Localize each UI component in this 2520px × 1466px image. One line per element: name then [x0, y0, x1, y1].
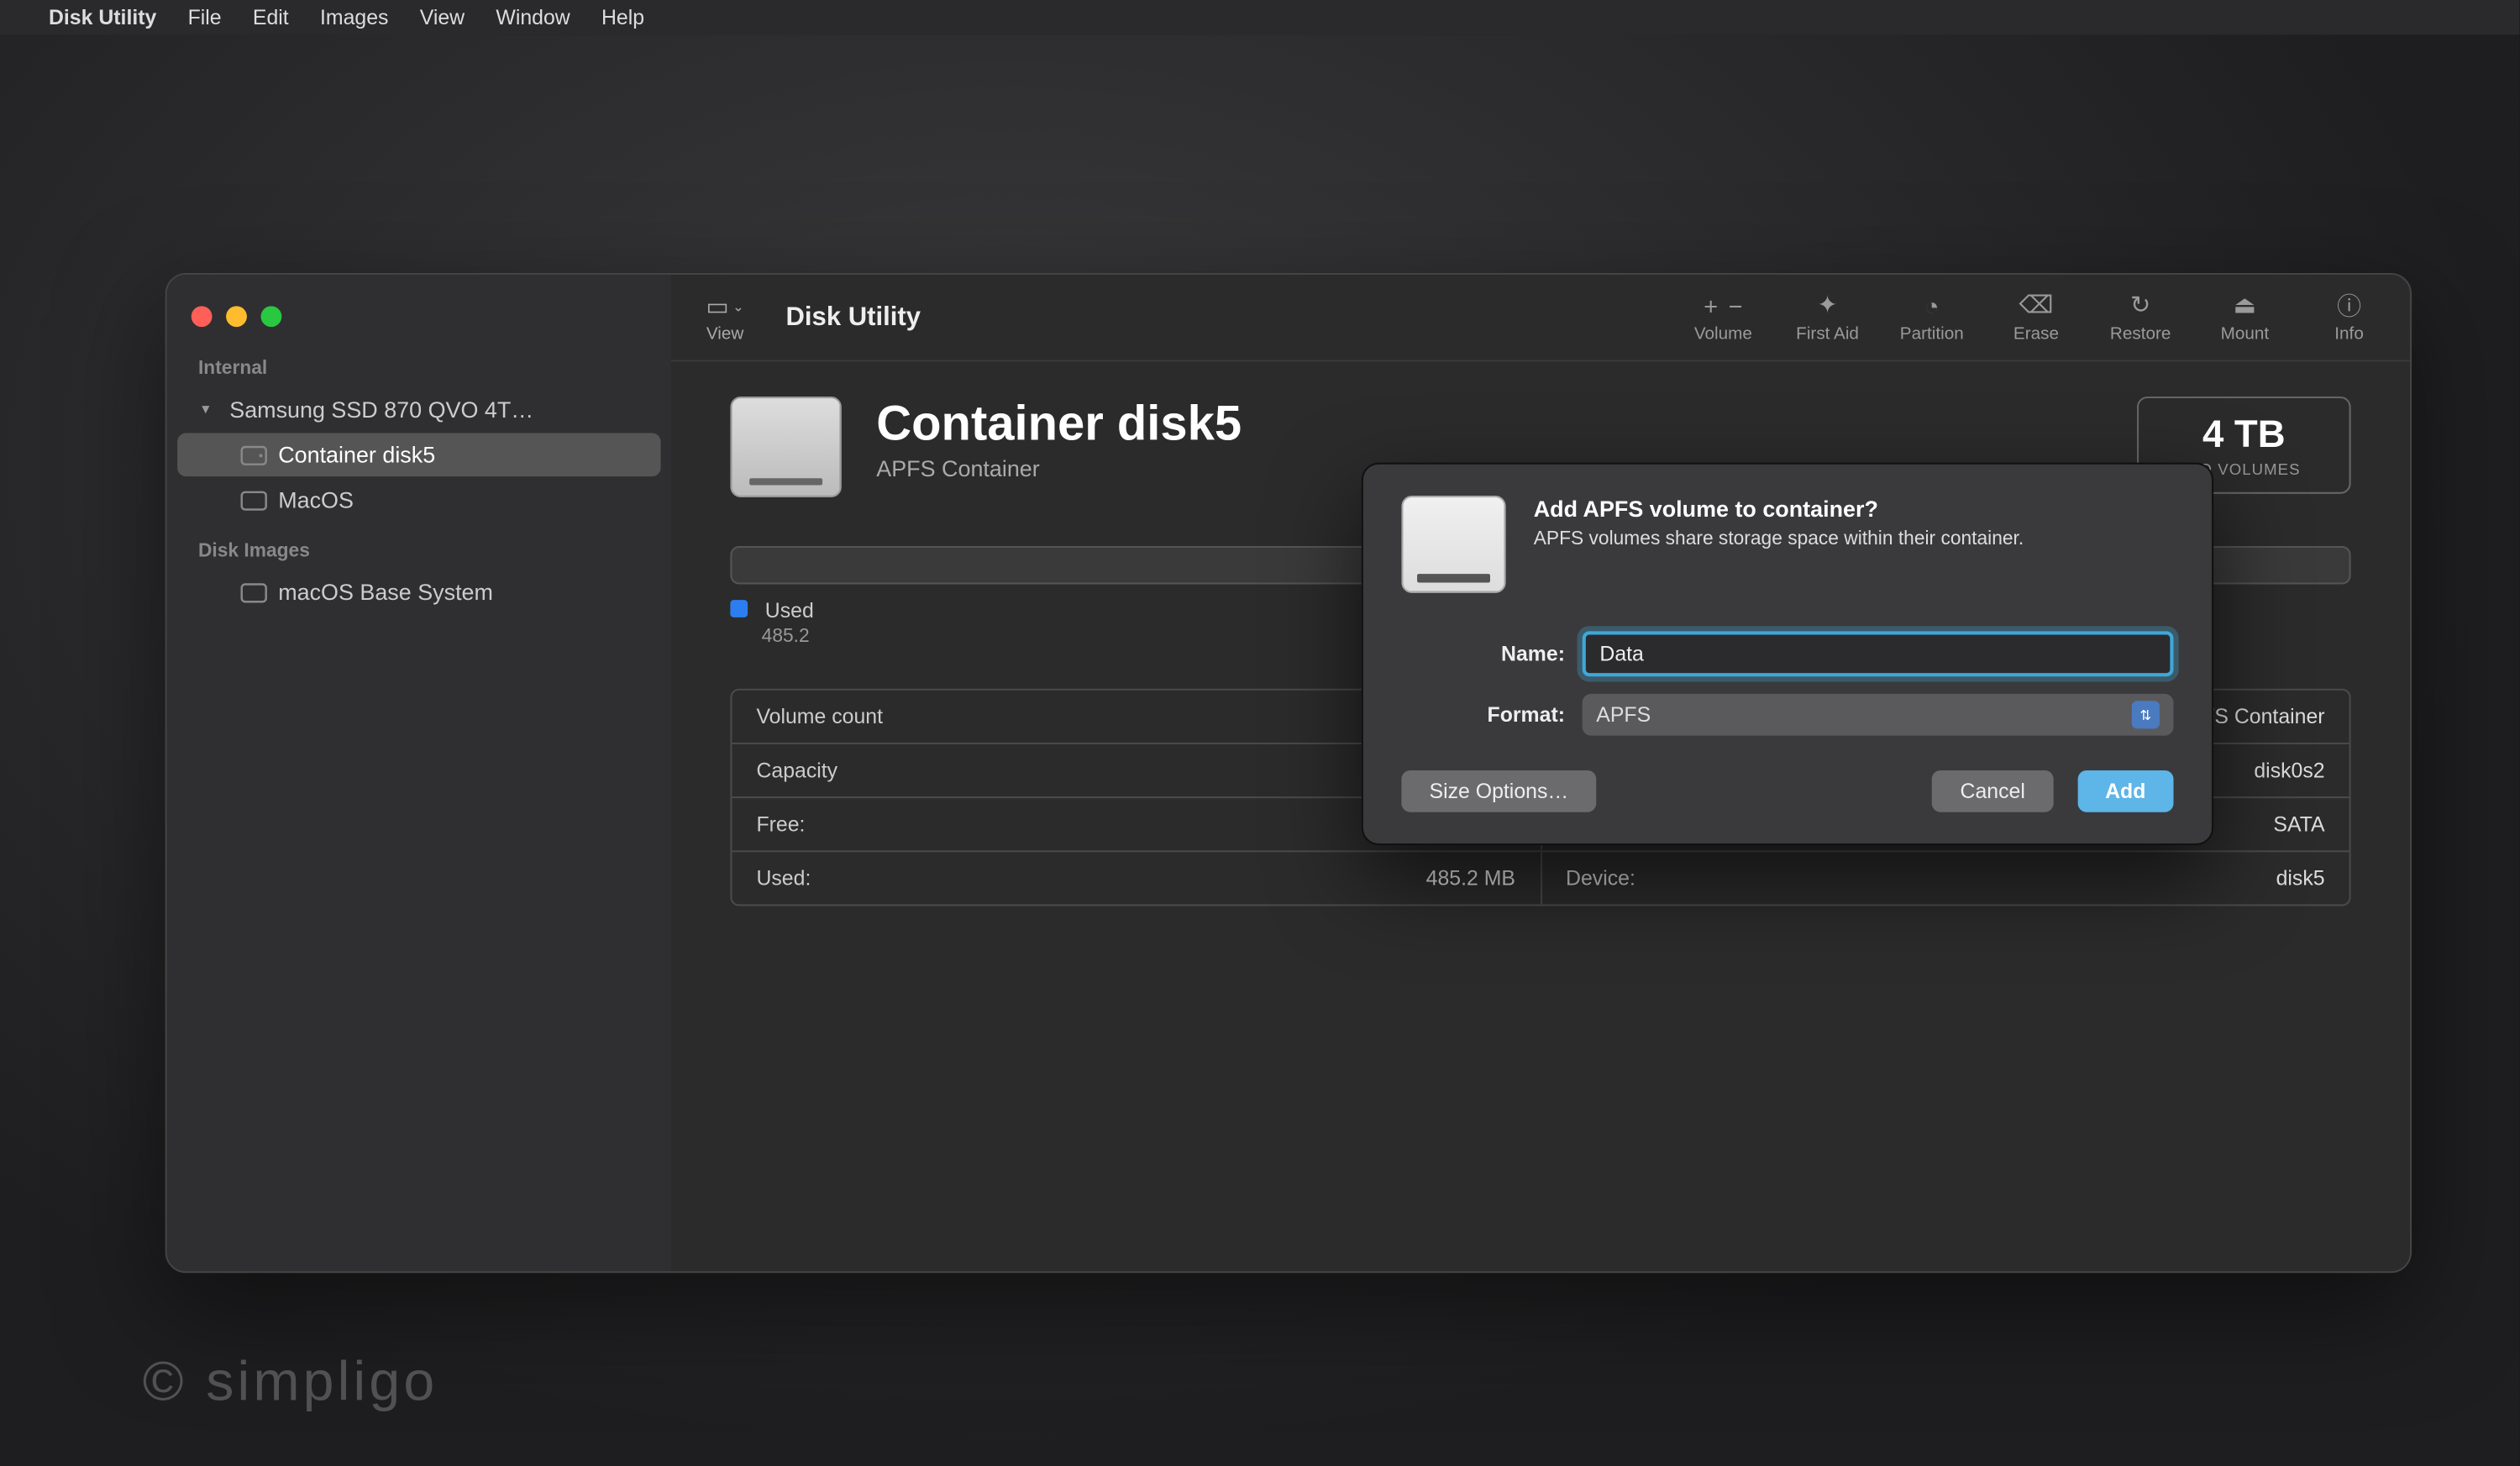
drive-icon — [1401, 496, 1505, 593]
toolbar-label: Partition — [1900, 324, 1964, 344]
info-value: SATA — [2273, 812, 2324, 837]
toolbar-volume[interactable]: +− Volume — [1687, 292, 1760, 344]
close-button[interactable] — [192, 306, 213, 327]
toolbar-label: Volume — [1694, 324, 1752, 344]
toolbar-mount[interactable]: ⏏ Mount — [2208, 292, 2281, 344]
disk-utility-window: Internal ▾ Samsung SSD 870 QVO 4T… Conta… — [165, 273, 2412, 1273]
info-label: Volume count — [756, 704, 883, 728]
info-value: disk0s2 — [2254, 759, 2324, 783]
restore-icon: ↻ — [2130, 292, 2150, 319]
toolbar-partition[interactable]: ◔ Partition — [1895, 292, 1968, 344]
menu-images[interactable]: Images — [320, 5, 388, 29]
sidebar-item-drive[interactable]: ▾ Samsung SSD 870 QVO 4T… — [177, 388, 660, 432]
info-label: Free: — [756, 812, 805, 837]
sidebar-item-macos[interactable]: MacOS — [177, 478, 660, 522]
toolbar-info[interactable]: ⓘ Info — [2313, 292, 2386, 344]
view-toggle[interactable]: ▭⌄ View — [696, 288, 754, 347]
watermark: © simpligo — [143, 1349, 438, 1414]
pie-icon: ◔ — [1924, 292, 1940, 319]
drive-icon — [240, 444, 268, 465]
info-value: disk5 — [2276, 866, 2325, 891]
add-button[interactable]: Add — [2077, 770, 2174, 812]
menu-view[interactable]: View — [420, 5, 465, 29]
chevron-down-icon: ▾ — [202, 400, 219, 419]
sidebar-item-label: Container disk5 — [278, 442, 435, 468]
desktop: Internal ▾ Samsung SSD 870 QVO 4T… Conta… — [0, 34, 2519, 1466]
plus-icon: + — [1704, 292, 1718, 319]
drive-icon — [240, 581, 268, 602]
toolbar: +− Volume ✦ First Aid ◔ Partition ⌫ Eras… — [1687, 292, 2386, 344]
format-select[interactable]: APFS ⇅ — [1583, 694, 2174, 736]
toolbar-first-aid[interactable]: ✦ First Aid — [1791, 292, 1864, 344]
menu-help[interactable]: Help — [601, 5, 644, 29]
minimize-button[interactable] — [226, 306, 247, 327]
name-label: Name: — [1401, 642, 1565, 666]
maximize-button[interactable] — [261, 306, 282, 327]
drive-icon — [240, 490, 268, 511]
updown-icon: ⇅ — [2132, 701, 2160, 728]
stethoscope-icon: ✦ — [1817, 292, 1837, 319]
sidebar-item-label: Samsung SSD 870 QVO 4T… — [229, 397, 533, 423]
menu-edit[interactable]: Edit — [253, 5, 289, 29]
minus-icon: − — [1729, 292, 1743, 319]
view-label: View — [706, 324, 744, 344]
drive-icon — [730, 397, 841, 497]
sidebar-item-container[interactable]: Container disk5 — [177, 433, 660, 476]
format-label: Format: — [1401, 702, 1565, 727]
size-value: 4 TB — [2187, 412, 2301, 458]
menubar: Disk Utility File Edit Images View Windo… — [0, 0, 2519, 34]
sidebar: Internal ▾ Samsung SSD 870 QVO 4T… Conta… — [167, 275, 671, 1271]
sidebar-item-label: macOS Base System — [278, 579, 493, 605]
dialog-title: Add APFS volume to container? — [1534, 496, 2024, 522]
sidebar-item-disk-image[interactable]: macOS Base System — [177, 570, 660, 614]
info-label: Capacity — [756, 759, 837, 783]
toolbar-restore[interactable]: ↻ Restore — [2104, 292, 2177, 344]
section-internal: Internal — [167, 341, 671, 386]
toolbar-label: Erase — [2013, 324, 2059, 344]
menu-file[interactable]: File — [188, 5, 222, 29]
legend-used-label: Used — [765, 598, 814, 623]
swatch-used — [730, 600, 748, 617]
sidebar-item-label: MacOS — [278, 487, 354, 513]
section-disk-images: Disk Images — [167, 523, 671, 569]
toolbar-label: Mount — [2221, 324, 2270, 344]
toolbar-label: First Aid — [1796, 324, 1859, 344]
toolbar-label: Restore — [2110, 324, 2171, 344]
info-label: Used: — [756, 866, 811, 891]
toolbar-label: Info — [2334, 324, 2364, 344]
name-input[interactable] — [1583, 631, 2174, 676]
chevron-down-icon: ⌄ — [732, 298, 744, 314]
add-volume-dialog: Add APFS volume to container? APFS volum… — [1362, 463, 2213, 845]
sidebar-icon: ▭ — [706, 292, 728, 321]
titlebar: ▭⌄ View Disk Utility +− Volume ✦ First A… — [671, 275, 2410, 362]
container-subtitle: APFS Container — [876, 455, 1242, 481]
window-title: Disk Utility — [786, 302, 921, 332]
eject-icon: ⏏ — [2234, 292, 2256, 319]
size-options-button[interactable]: Size Options… — [1401, 770, 1596, 812]
cancel-button[interactable]: Cancel — [1932, 770, 2053, 812]
container-title: Container disk5 — [876, 397, 1242, 452]
toolbar-erase[interactable]: ⌫ Erase — [2000, 292, 2073, 344]
dialog-subtitle: APFS volumes share storage space within … — [1534, 528, 2024, 549]
erase-icon: ⌫ — [2019, 292, 2053, 319]
traffic-lights — [167, 292, 671, 341]
app-menu[interactable]: Disk Utility — [49, 5, 156, 29]
info-icon: ⓘ — [2337, 292, 2361, 319]
info-value: 485.2 MB — [1426, 866, 1515, 891]
format-value: APFS — [1596, 702, 1651, 727]
menu-window[interactable]: Window — [496, 5, 570, 29]
info-label: Device: — [1566, 866, 1635, 891]
main-content: ▭⌄ View Disk Utility +− Volume ✦ First A… — [671, 275, 2410, 1271]
